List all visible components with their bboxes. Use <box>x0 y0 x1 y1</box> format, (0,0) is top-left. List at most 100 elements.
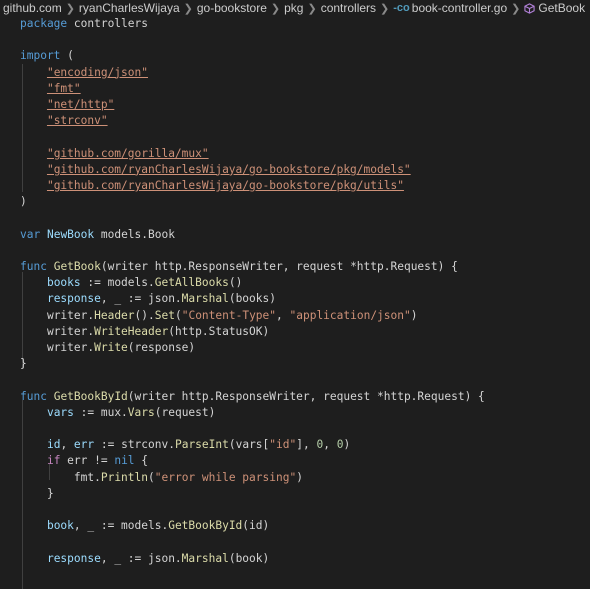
code-line[interactable]: writer.Header().Set("Content-Type", "app… <box>20 308 418 324</box>
code-token: Set <box>154 308 175 322</box>
code-line[interactable]: import ( <box>20 48 74 64</box>
code-token: controllers <box>67 17 148 30</box>
code-line[interactable]: books := models.GetAllBooks() <box>20 275 242 291</box>
code-token: import <box>20 49 61 63</box>
code-token: (id) <box>242 519 270 533</box>
code-token: func <box>20 260 47 273</box>
code-token: (). <box>134 308 155 322</box>
code-token: ], <box>296 438 317 452</box>
code-token: var <box>20 227 41 241</box>
code-line[interactable]: ) <box>20 194 27 210</box>
code-line[interactable]: book, _ := models.GetBookById(id) <box>20 518 269 534</box>
code-token: "error while parsing" <box>154 470 297 484</box>
breadcrumb-symbol[interactable]: GetBook <box>538 1 585 15</box>
code-line[interactable]: writer.WriteHeader(http.StatusOK) <box>20 324 269 340</box>
chevron-right-icon: ❯ <box>307 2 317 15</box>
code-token: ) <box>296 470 303 484</box>
code-line[interactable]: } <box>20 356 27 372</box>
code-token: Marshal <box>181 292 229 306</box>
code-token: (response) <box>127 341 196 354</box>
code-token: response <box>46 292 101 306</box>
chevron-right-icon: ❯ <box>511 2 521 15</box>
code-line[interactable]: "github.com/ryanCharlesWijaya/go-booksto… <box>20 162 411 178</box>
code-token: Vars <box>127 405 155 419</box>
code-token: err != <box>60 454 115 468</box>
code-token: func <box>20 389 47 403</box>
code-token: ) <box>343 438 351 452</box>
chevron-right-icon: ❯ <box>270 2 281 15</box>
code-token: := strconv. <box>94 438 175 452</box>
code-token: ParseInt <box>174 438 229 452</box>
breadcrumb-item-user[interactable]: ryanCharlesWijaya <box>79 1 180 15</box>
breadcrumb-item-repo[interactable]: go-bookstore <box>197 1 267 15</box>
code-line[interactable]: "github.com/ryanCharlesWijaya/go-booksto… <box>20 178 404 194</box>
code-token: "id" <box>269 438 297 452</box>
code-token: , _ := json. <box>100 292 182 306</box>
breadcrumb-item-controllers[interactable]: controllers <box>321 1 376 15</box>
code-line[interactable]: response, _ := json.Marshal(book) <box>20 551 269 567</box>
chevron-right-icon: ❯ <box>183 2 193 15</box>
code-line[interactable]: func GetBook(writer http.ResponseWriter,… <box>20 259 458 275</box>
code-token: Marshal <box>181 551 229 565</box>
code-line[interactable]: "fmt" <box>20 81 81 97</box>
code-token: := mux. <box>73 405 128 419</box>
code-line[interactable]: "strconv" <box>20 113 108 129</box>
code-token: , <box>323 438 337 452</box>
code-line[interactable]: response, _ := json.Marshal(books) <box>20 291 276 307</box>
code-token: (book) <box>228 551 270 565</box>
code-line[interactable]: "net/http" <box>20 97 114 113</box>
breadcrumb-file[interactable]: book-controller.go <box>412 1 507 15</box>
breadcrumb: github.com ❯ ryanCharlesWijaya ❯ go-book… <box>0 0 590 16</box>
code-token: GetBookById <box>168 519 243 533</box>
code-token: Write <box>94 341 128 354</box>
method-cube-icon <box>524 2 536 14</box>
code-line[interactable]: var NewBook models.Book <box>20 227 175 243</box>
code-line[interactable]: if err != nil { <box>20 453 148 469</box>
code-editor[interactable]: package controllers import ( "encoding/js… <box>0 16 590 589</box>
code-line[interactable]: vars := mux.Vars(request) <box>20 405 215 421</box>
code-line[interactable]: func GetBookById(writer http.ResponseWri… <box>20 389 485 405</box>
code-token: (books) <box>228 292 276 306</box>
code-token: GetAllBooks <box>154 276 229 290</box>
code-token: := models. <box>80 276 155 290</box>
code-line[interactable]: id, err := strconv.ParseInt(vars["id"], … <box>20 437 350 453</box>
code-line[interactable]: } <box>20 486 54 502</box>
code-token: "encoding/json" <box>46 65 148 79</box>
code-line[interactable]: writer.Write(response) <box>20 340 195 356</box>
code-token: ( <box>148 470 155 484</box>
code-line[interactable]: package controllers <box>20 16 148 32</box>
code-token: writer. <box>46 308 95 322</box>
code-line[interactable]: "encoding/json" <box>20 65 148 81</box>
code-token: writer. <box>46 324 95 338</box>
code-token: "github.com/ryanCharlesWijaya/go-booksto… <box>46 162 411 176</box>
code-line[interactable]: "github.com/gorilla/mux" <box>20 146 209 162</box>
code-token: Println <box>100 470 148 484</box>
code-token: } <box>20 357 27 371</box>
code-token: , _ := models. <box>73 519 169 533</box>
code-token: { <box>134 454 149 468</box>
code-token: models.Book <box>94 227 175 241</box>
code-line[interactable]: fmt.Println("error while parsing") <box>20 470 303 486</box>
breadcrumb-item-pkg[interactable]: pkg <box>284 1 303 15</box>
code-token: GetBook <box>53 260 101 273</box>
code-token: nil <box>114 454 135 468</box>
code-token: ) <box>410 308 418 322</box>
code-token: "application/json" <box>289 308 411 322</box>
breadcrumb-item-github[interactable]: github.com <box>3 1 62 15</box>
code-token: (writer http.ResponseWriter, request *ht… <box>100 260 458 273</box>
